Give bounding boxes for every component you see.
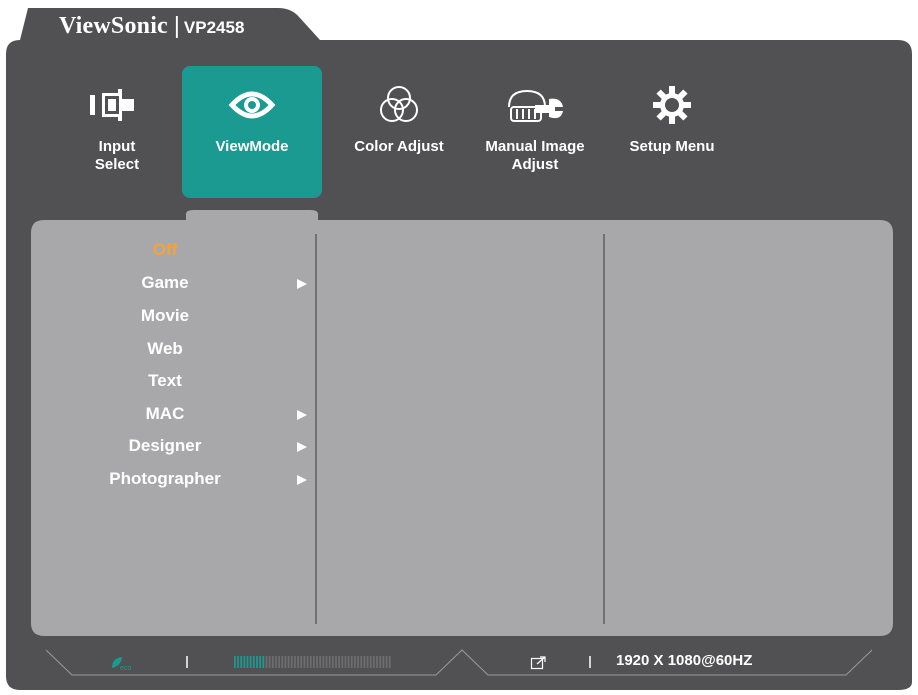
- tab-input-select[interactable]: Input Select: [70, 66, 164, 198]
- input-port-icon: [530, 656, 546, 670]
- tab-label: Color Adjust: [354, 138, 444, 155]
- level-segment-empty: [363, 656, 366, 668]
- level-segment-filled: [240, 656, 243, 668]
- tab-label: Setup Menu: [629, 138, 715, 155]
- resolution-readout: 1920 X 1080@60HZ: [616, 652, 753, 669]
- level-segment-empty: [376, 656, 378, 668]
- viewmode-item-web[interactable]: Web: [30, 335, 316, 363]
- level-segment-empty: [322, 656, 325, 668]
- viewmode-item-label: MAC: [145, 404, 185, 423]
- brightness-level-bar: [234, 656, 391, 668]
- viewmode-item-label: Off: [152, 240, 178, 259]
- level-segment-empty: [268, 656, 271, 668]
- level-segment-empty: [360, 656, 363, 668]
- tab-setup-menu[interactable]: Setup Menu: [612, 66, 732, 198]
- level-segment-empty: [338, 656, 341, 668]
- level-segment-filled: [252, 656, 255, 668]
- brand-logo: ViewSonic: [59, 13, 168, 39]
- viewmode-item-label: Web: [147, 339, 183, 358]
- level-segment-empty: [366, 656, 369, 668]
- level-segment-empty: [354, 656, 356, 668]
- level-segment-empty: [290, 656, 293, 668]
- level-segment-empty: [388, 656, 391, 668]
- level-segment-empty: [357, 656, 359, 668]
- level-segment-empty: [265, 656, 268, 668]
- tab-color-adjust[interactable]: Color Adjust: [336, 66, 462, 198]
- level-segment-empty: [382, 656, 385, 668]
- level-segment-filled: [256, 656, 258, 668]
- level-segment-empty: [319, 656, 322, 668]
- viewmode-item-text[interactable]: Text: [30, 367, 316, 395]
- eco-leaf-icon: eco: [112, 657, 131, 672]
- level-segment-empty: [369, 656, 372, 668]
- level-segment-empty: [294, 656, 296, 668]
- viewmode-item-movie[interactable]: Movie: [30, 302, 316, 330]
- level-segment-filled: [249, 656, 252, 668]
- hand-wrench-icon: [470, 84, 600, 126]
- viewmode-item-label: Game: [141, 273, 189, 292]
- viewmode-item-label: Photographer: [109, 469, 221, 488]
- tab-manual-image-adjust[interactable]: Manual Image Adjust: [470, 66, 600, 198]
- level-segment-filled: [259, 656, 262, 668]
- level-segment-empty: [341, 656, 344, 668]
- level-segment-filled: [262, 656, 265, 668]
- level-segment-empty: [313, 656, 315, 668]
- viewmode-item-label: Movie: [140, 306, 190, 325]
- input-select-icon: [70, 84, 164, 126]
- submenu-arrow-icon: [297, 475, 307, 485]
- level-segment-empty: [281, 656, 284, 668]
- brand-separator: |: [173, 12, 180, 38]
- model-name: VP2458: [183, 18, 245, 37]
- tab-viewmode[interactable]: ViewMode: [182, 66, 322, 198]
- viewmode-item-photographer[interactable]: Photographer: [30, 465, 316, 493]
- level-segment-filled: [246, 656, 249, 668]
- osd-window: ViewSonic | VP2458 Input Select ViewMode…: [0, 0, 918, 695]
- level-segment-empty: [316, 656, 318, 668]
- viewmode-item-designer[interactable]: Designer: [30, 432, 316, 460]
- level-segment-empty: [297, 656, 299, 668]
- gear-icon: [612, 84, 732, 126]
- viewmode-item-label: Text: [148, 371, 182, 390]
- level-segment-empty: [347, 656, 350, 668]
- tab-label: Input Select: [94, 138, 140, 173]
- viewmode-item-label: Designer: [128, 436, 202, 455]
- level-segment-empty: [275, 656, 277, 668]
- level-segment-filled: [234, 656, 236, 668]
- level-segment-empty: [373, 656, 375, 668]
- level-segment-empty: [344, 656, 347, 668]
- level-segment-empty: [379, 656, 382, 668]
- level-segment-empty: [271, 656, 274, 668]
- level-segment-filled: [243, 656, 246, 668]
- viewmode-item-mac[interactable]: MAC: [30, 400, 316, 428]
- level-segment-empty: [328, 656, 331, 668]
- level-segment-empty: [284, 656, 287, 668]
- submenu-arrow-icon: [297, 279, 307, 289]
- submenu-arrow-icon: [297, 410, 307, 420]
- level-segment-empty: [335, 656, 337, 668]
- brand-header: ViewSonic | VP2458: [59, 12, 244, 42]
- level-segment-empty: [300, 656, 303, 668]
- viewmode-item-off[interactable]: Off: [30, 236, 316, 264]
- level-segment-filled: [237, 656, 239, 668]
- level-segment-empty: [287, 656, 290, 668]
- level-segment-empty: [278, 656, 280, 668]
- submenu-arrow-icon: [297, 442, 307, 452]
- level-segment-empty: [350, 656, 353, 668]
- viewmode-item-game[interactable]: Game: [30, 269, 316, 297]
- tab-label: Manual Image Adjust: [485, 138, 585, 173]
- level-segment-empty: [385, 656, 388, 668]
- level-segment-empty: [303, 656, 306, 668]
- level-segment-empty: [306, 656, 309, 668]
- color-circles-icon: [336, 84, 462, 126]
- eye-icon: [182, 84, 322, 126]
- level-segment-empty: [309, 656, 312, 668]
- level-segment-empty: [325, 656, 328, 668]
- tab-label: ViewMode: [215, 138, 289, 155]
- level-segment-empty: [331, 656, 334, 668]
- svg-text:eco: eco: [120, 665, 131, 672]
